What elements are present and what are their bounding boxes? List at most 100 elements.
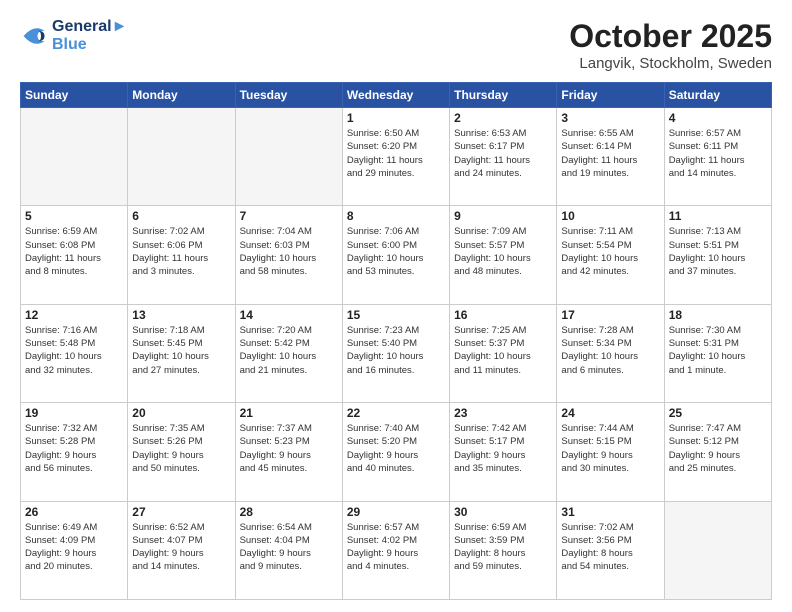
calendar-cell: [21, 108, 128, 206]
calendar-cell: 6Sunrise: 7:02 AMSunset: 6:06 PMDaylight…: [128, 206, 235, 304]
day-info: Sunrise: 6:55 AMSunset: 6:14 PMDaylight:…: [561, 127, 659, 180]
day-number: 17: [561, 308, 659, 322]
day-number: 2: [454, 111, 552, 125]
calendar-cell: 19 Sunrise: 7:32 AMSunset: 5:28 PMDayligh…: [21, 403, 128, 501]
calendar-cell: 25Sunrise: 7:47 AMSunset: 5:12 PMDayligh…: [664, 403, 771, 501]
calendar-cell: 17 Sunrise: 7:28 AMSunset: 5:34 PMDayligh…: [557, 304, 664, 402]
calendar-cell: 2 Sunrise: 6:53 AMSunset: 6:17 PMDaylight…: [450, 108, 557, 206]
calendar-cell: 15 Sunrise: 7:23 AMSunset: 5:40 PMDayligh…: [342, 304, 449, 402]
day-number: 21: [240, 406, 338, 420]
calendar-cell: 18 Sunrise: 7:30 AMSunset: 5:31 PMDayligh…: [664, 304, 771, 402]
day-info: Sunrise: 7:35 AMSunset: 5:26 PMDaylight:…: [132, 422, 230, 475]
day-info: Sunrise: 7:23 AMSunset: 5:40 PMDaylight:…: [347, 324, 445, 377]
week-row-1: 5 Sunrise: 6:59 AMSunset: 6:08 PMDaylight…: [21, 206, 772, 304]
calendar-cell: 1Sunrise: 6:50 AMSunset: 6:20 PMDaylight…: [342, 108, 449, 206]
day-info: Sunrise: 7:09 AMSunset: 5:57 PMDaylight:…: [454, 225, 552, 278]
day-number: 3: [561, 111, 659, 125]
calendar-cell: 7 Sunrise: 7:04 AMSunset: 6:03 PMDaylight…: [235, 206, 342, 304]
day-number: 22: [347, 406, 445, 420]
day-number: 7: [240, 209, 338, 223]
day-info: Sunrise: 7:30 AMSunset: 5:31 PMDaylight:…: [669, 324, 767, 377]
day-number: 18: [669, 308, 767, 322]
day-info: Sunrise: 6:57 AMSunset: 4:02 PMDaylight:…: [347, 521, 445, 574]
day-number: 5: [25, 209, 123, 223]
day-number: 11: [669, 209, 767, 223]
day-number: 12: [25, 308, 123, 322]
day-info: Sunrise: 6:59 AMSunset: 3:59 PMDaylight:…: [454, 521, 552, 574]
calendar-cell: 23 Sunrise: 7:42 AMSunset: 5:17 PMDayligh…: [450, 403, 557, 501]
day-number: 24: [561, 406, 659, 420]
day-info: Sunrise: 6:49 AMSunset: 4:09 PMDaylight:…: [25, 521, 123, 574]
header: General► Blue October 2025 Langvik, Stoc…: [20, 18, 772, 72]
day-info: Sunrise: 6:50 AMSunset: 6:20 PMDaylight:…: [347, 127, 445, 180]
day-info: Sunrise: 6:52 AMSunset: 4:07 PMDaylight:…: [132, 521, 230, 574]
calendar-cell: [128, 108, 235, 206]
calendar-cell: 22 Sunrise: 7:40 AMSunset: 5:20 PMDayligh…: [342, 403, 449, 501]
calendar-cell: 28 Sunrise: 6:54 AMSunset: 4:04 PMDayligh…: [235, 501, 342, 599]
day-info: Sunrise: 7:42 AMSunset: 5:17 PMDaylight:…: [454, 422, 552, 475]
location: Langvik, Stockholm, Sweden: [569, 55, 772, 72]
day-number: 28: [240, 505, 338, 519]
calendar-cell: 31 Sunrise: 7:02 AMSunset: 3:56 PMDayligh…: [557, 501, 664, 599]
day-info: Sunrise: 7:18 AMSunset: 5:45 PMDaylight:…: [132, 324, 230, 377]
logo: General► Blue: [20, 18, 127, 55]
calendar-cell: 12 Sunrise: 7:16 AMSunset: 5:48 PMDayligh…: [21, 304, 128, 402]
day-info: Sunrise: 6:59 AMSunset: 6:08 PMDaylight:…: [25, 225, 123, 278]
day-number: 29: [347, 505, 445, 519]
day-info: Sunrise: 7:47 AMSunset: 5:12 PMDaylight:…: [669, 422, 767, 475]
calendar-cell: 26Sunrise: 6:49 AMSunset: 4:09 PMDayligh…: [21, 501, 128, 599]
day-info: Sunrise: 7:04 AMSunset: 6:03 PMDaylight:…: [240, 225, 338, 278]
calendar-cell: 29 Sunrise: 6:57 AMSunset: 4:02 PMDayligh…: [342, 501, 449, 599]
day-info: Sunrise: 7:37 AMSunset: 5:23 PMDaylight:…: [240, 422, 338, 475]
calendar-cell: 10 Sunrise: 7:11 AMSunset: 5:54 PMDayligh…: [557, 206, 664, 304]
calendar-cell: 20Sunrise: 7:35 AMSunset: 5:26 PMDayligh…: [128, 403, 235, 501]
calendar-cell: [664, 501, 771, 599]
day-info: Sunrise: 7:13 AMSunset: 5:51 PMDaylight:…: [669, 225, 767, 278]
day-info: Sunrise: 7:20 AMSunset: 5:42 PMDaylight:…: [240, 324, 338, 377]
day-number: 23: [454, 406, 552, 420]
day-info: Sunrise: 7:16 AMSunset: 5:48 PMDaylight:…: [25, 324, 123, 377]
weekday-header-saturday: Saturday: [664, 83, 771, 108]
day-number: 19: [25, 406, 123, 420]
week-row-3: 19 Sunrise: 7:32 AMSunset: 5:28 PMDayligh…: [21, 403, 772, 501]
day-info: Sunrise: 6:53 AMSunset: 6:17 PMDaylight:…: [454, 127, 552, 180]
calendar-cell: 24 Sunrise: 7:44 AMSunset: 5:15 PMDayligh…: [557, 403, 664, 501]
month-title: October 2025: [569, 18, 772, 55]
weekday-header-row: SundayMondayTuesdayWednesdayThursdayFrid…: [21, 83, 772, 108]
day-info: Sunrise: 7:02 AMSunset: 6:06 PMDaylight:…: [132, 225, 230, 278]
calendar-cell: 11 Sunrise: 7:13 AMSunset: 5:51 PMDayligh…: [664, 206, 771, 304]
day-info: Sunrise: 7:02 AMSunset: 3:56 PMDaylight:…: [561, 521, 659, 574]
day-info: Sunrise: 6:57 AMSunset: 6:11 PMDaylight:…: [669, 127, 767, 180]
calendar-cell: 4 Sunrise: 6:57 AMSunset: 6:11 PMDaylight…: [664, 108, 771, 206]
day-number: 15: [347, 308, 445, 322]
day-info: Sunrise: 7:44 AMSunset: 5:15 PMDaylight:…: [561, 422, 659, 475]
day-number: 27: [132, 505, 230, 519]
weekday-header-thursday: Thursday: [450, 83, 557, 108]
day-info: Sunrise: 7:06 AMSunset: 6:00 PMDaylight:…: [347, 225, 445, 278]
calendar-cell: 3 Sunrise: 6:55 AMSunset: 6:14 PMDaylight…: [557, 108, 664, 206]
weekday-header-monday: Monday: [128, 83, 235, 108]
day-number: 10: [561, 209, 659, 223]
day-number: 31: [561, 505, 659, 519]
weekday-header-tuesday: Tuesday: [235, 83, 342, 108]
calendar-cell: 5 Sunrise: 6:59 AMSunset: 6:08 PMDaylight…: [21, 206, 128, 304]
logo-icon: [20, 22, 48, 50]
day-number: 14: [240, 308, 338, 322]
calendar-cell: 30 Sunrise: 6:59 AMSunset: 3:59 PMDayligh…: [450, 501, 557, 599]
calendar-cell: 21 Sunrise: 7:37 AMSunset: 5:23 PMDayligh…: [235, 403, 342, 501]
day-info: Sunrise: 7:11 AMSunset: 5:54 PMDaylight:…: [561, 225, 659, 278]
calendar-cell: 27 Sunrise: 6:52 AMSunset: 4:07 PMDayligh…: [128, 501, 235, 599]
day-number: 30: [454, 505, 552, 519]
day-number: 8: [347, 209, 445, 223]
day-info: Sunrise: 7:40 AMSunset: 5:20 PMDaylight:…: [347, 422, 445, 475]
day-number: 4: [669, 111, 767, 125]
week-row-0: 1Sunrise: 6:50 AMSunset: 6:20 PMDaylight…: [21, 108, 772, 206]
calendar-cell: 14 Sunrise: 7:20 AMSunset: 5:42 PMDayligh…: [235, 304, 342, 402]
page: General► Blue October 2025 Langvik, Stoc…: [0, 0, 792, 612]
day-number: 16: [454, 308, 552, 322]
day-info: Sunrise: 7:32 AMSunset: 5:28 PMDaylight:…: [25, 422, 123, 475]
calendar-cell: [235, 108, 342, 206]
day-info: Sunrise: 6:54 AMSunset: 4:04 PMDaylight:…: [240, 521, 338, 574]
weekday-header-friday: Friday: [557, 83, 664, 108]
day-info: Sunrise: 7:28 AMSunset: 5:34 PMDaylight:…: [561, 324, 659, 377]
